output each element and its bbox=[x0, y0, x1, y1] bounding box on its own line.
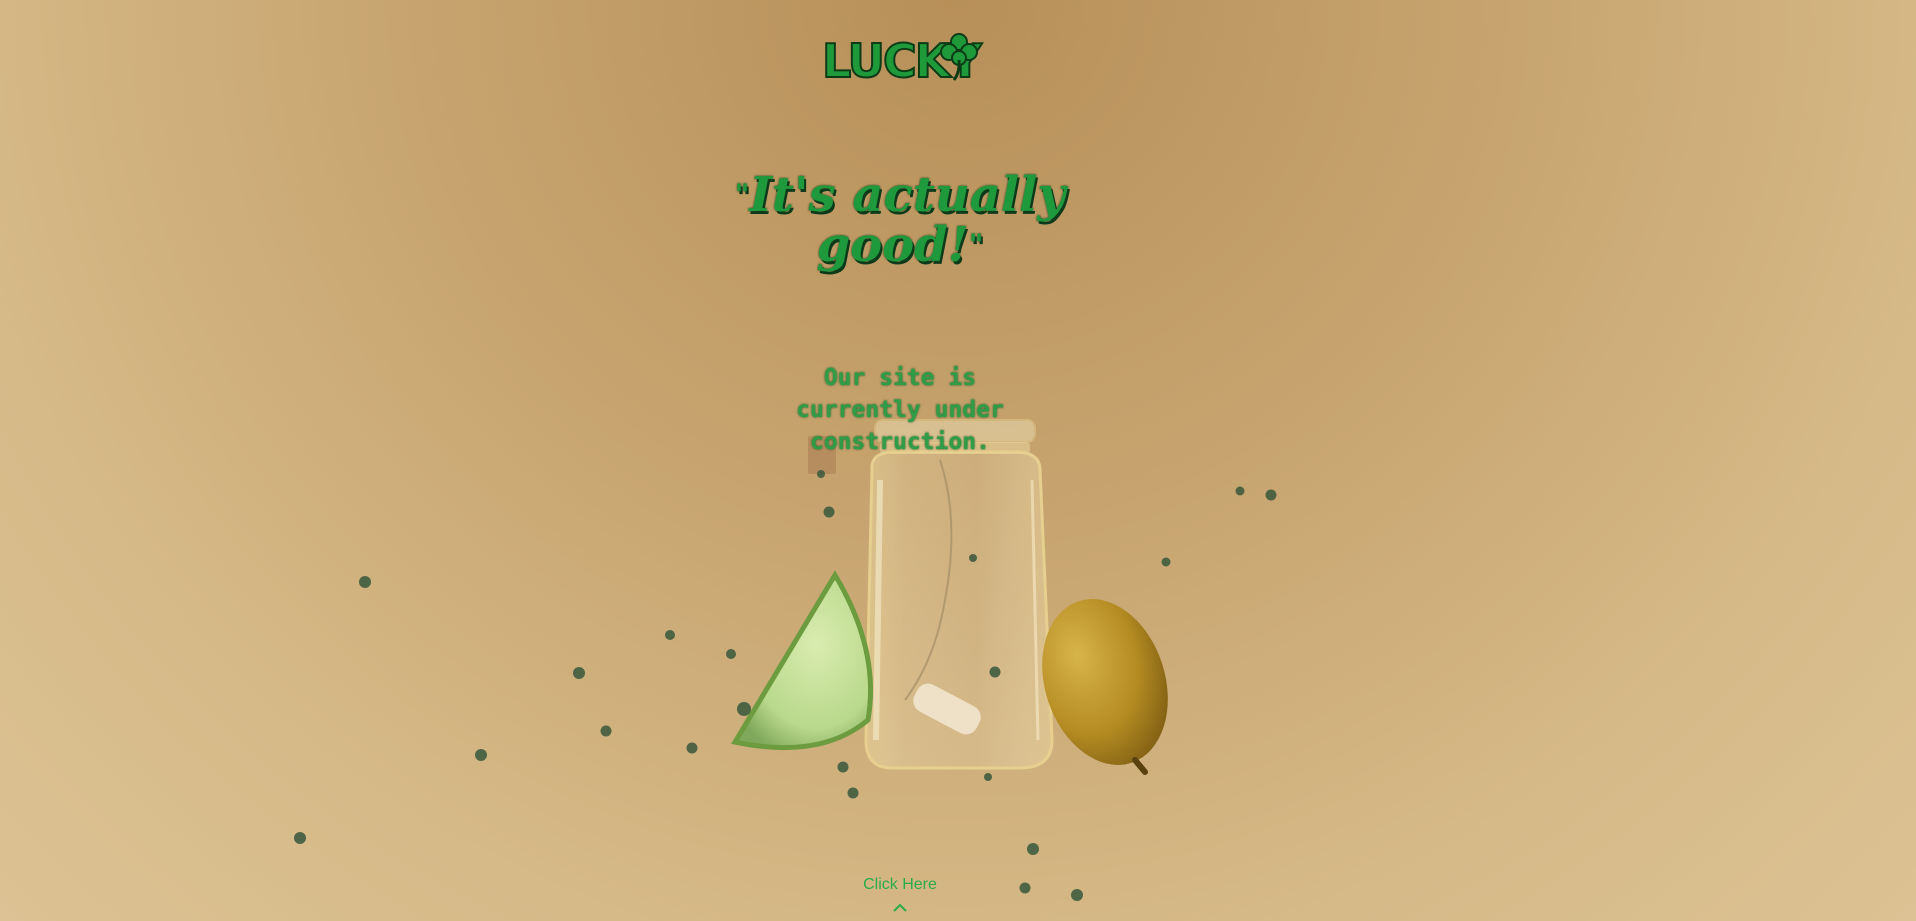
lime-wedge bbox=[731, 570, 874, 751]
hero-headline: "It's actually good!" bbox=[730, 170, 1070, 270]
hero-illustration bbox=[294, 419, 1277, 901]
construction-notice: Our site is currently under construction… bbox=[796, 365, 1004, 455]
glass-jar bbox=[864, 419, 1054, 770]
headline-text: It's actually good! bbox=[749, 167, 1066, 273]
brand-logo[interactable]: LUCKY bbox=[818, 30, 983, 89]
clover-icon bbox=[940, 33, 978, 81]
chevron-up-icon[interactable] bbox=[892, 902, 908, 914]
click-here-link[interactable]: Click Here bbox=[830, 876, 970, 894]
quote-close: " bbox=[968, 228, 984, 261]
quote-open: " bbox=[734, 178, 750, 211]
